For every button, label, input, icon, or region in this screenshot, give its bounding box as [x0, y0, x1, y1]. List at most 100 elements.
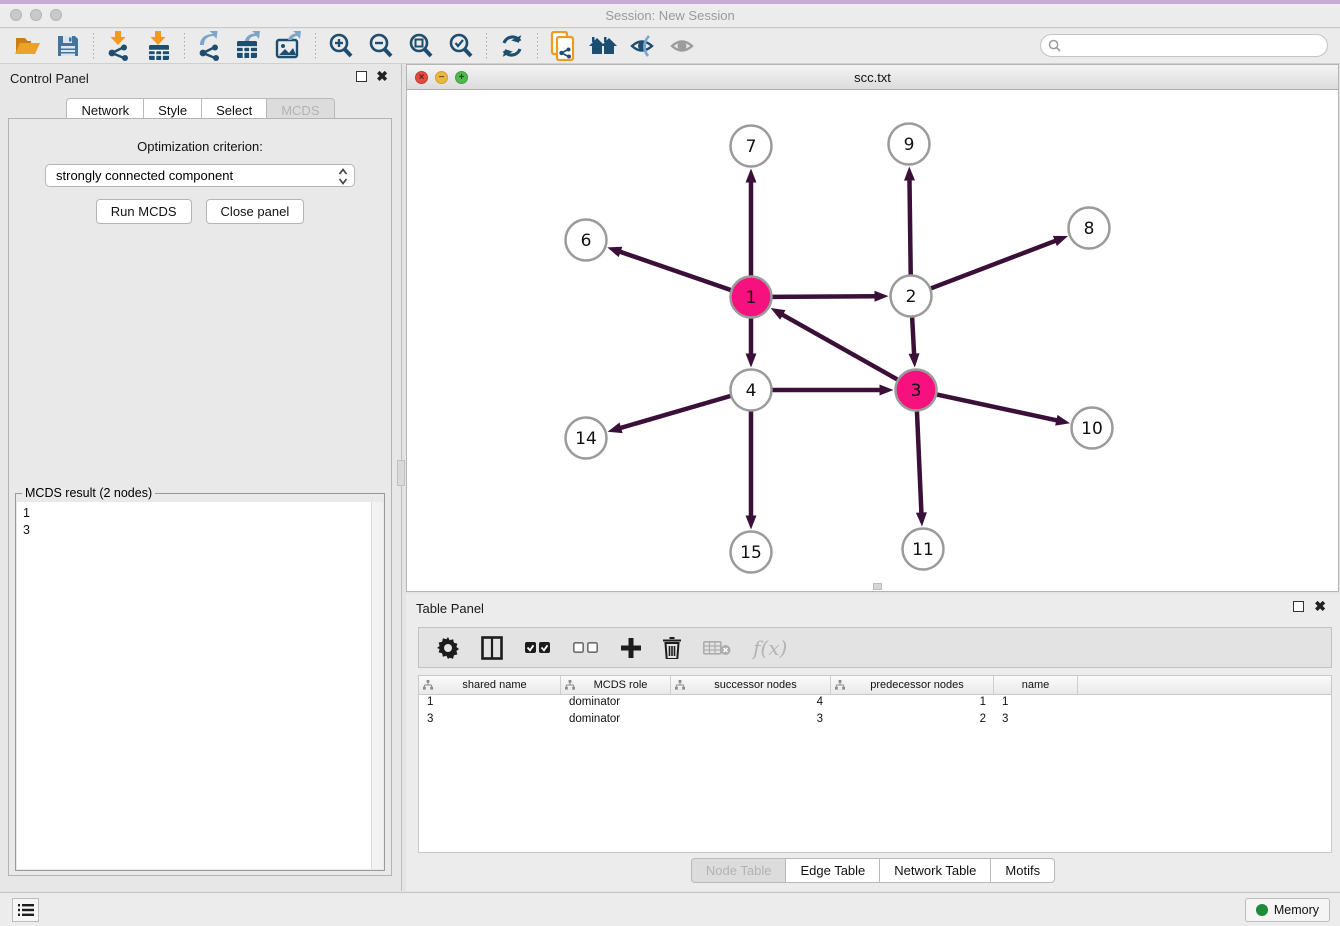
column-header-predecessor-nodes[interactable]: predecessor nodes: [831, 676, 994, 694]
edge-1-2[interactable]: [772, 296, 876, 297]
delete-table-icon: [703, 640, 731, 656]
window-edge-accent: [0, 0, 1340, 4]
zoom-selected-icon[interactable]: [441, 30, 481, 62]
column-layout-icon[interactable]: [481, 636, 503, 660]
table-body: 1dominator4113dominator323: [419, 695, 1331, 728]
cell-MCDS-role[interactable]: dominator: [561, 712, 671, 729]
mcds-panel: Optimization criterion: strongly connect…: [8, 118, 392, 876]
window-title: Session: New Session: [0, 8, 1340, 23]
graph-node-label: 10: [1081, 419, 1103, 439]
horizontal-splitter-handle[interactable]: [873, 583, 882, 590]
table-panel: Table Panel ✖: [406, 594, 1340, 891]
deselect-all-columns-icon[interactable]: [573, 641, 599, 655]
cell-shared-name[interactable]: 3: [419, 712, 561, 729]
graph-node-label: 7: [746, 137, 757, 157]
graph-node-label: 11: [912, 540, 934, 560]
cell-predecessor-nodes[interactable]: 1: [831, 695, 994, 712]
cell-name[interactable]: 1: [994, 695, 1078, 712]
edge-2-8[interactable]: [931, 240, 1057, 288]
edge-3-10[interactable]: [937, 395, 1058, 421]
float-table-panel-icon[interactable]: [1293, 601, 1304, 612]
result-scrollbar[interactable]: [371, 502, 383, 869]
home-icon[interactable]: [583, 30, 623, 62]
status-bar: Memory: [0, 892, 1340, 926]
search-field[interactable]: [1040, 34, 1328, 57]
network-window-titlebar[interactable]: × − + scc.txt: [407, 65, 1338, 90]
graph-node-label: 14: [575, 429, 597, 449]
cell-MCDS-role[interactable]: dominator: [561, 695, 671, 712]
export-table-icon[interactable]: [230, 30, 270, 62]
memory-button[interactable]: Memory: [1245, 898, 1330, 922]
table-row[interactable]: 1dominator411: [419, 695, 1331, 712]
column-header-shared-name[interactable]: shared name: [419, 676, 561, 694]
edge-arrowhead: [608, 423, 623, 434]
edge-arrowhead: [1053, 236, 1068, 246]
toolbar-separator: [93, 33, 94, 59]
save-session-icon[interactable]: [48, 30, 88, 62]
cell-predecessor-nodes[interactable]: 2: [831, 712, 994, 729]
list-icon: [18, 903, 34, 917]
node-table[interactable]: shared nameMCDS rolesuccessor nodesprede…: [418, 675, 1332, 853]
close-table-panel-icon[interactable]: ✖: [1314, 598, 1326, 614]
table-row[interactable]: 3dominator323: [419, 712, 1331, 729]
edge-2-9[interactable]: [909, 178, 910, 274]
table-tab-motifs[interactable]: Motifs: [991, 858, 1055, 883]
zoom-in-icon[interactable]: [321, 30, 361, 62]
column-type-icon: [675, 680, 685, 690]
float-panel-icon[interactable]: [356, 71, 367, 82]
optimization-criterion-select[interactable]: strongly connected component: [45, 164, 355, 187]
column-header-successor-nodes[interactable]: successor nodes: [671, 676, 831, 694]
table-tab-network-table[interactable]: Network Table: [880, 858, 991, 883]
table-panel-title: Table Panel: [416, 601, 484, 616]
table-settings-icon[interactable]: [437, 637, 459, 659]
table-tab-node-table[interactable]: Node Table: [691, 858, 787, 883]
cell-successor-nodes[interactable]: 3: [671, 712, 831, 729]
export-image-icon[interactable]: [270, 30, 310, 62]
import-network-icon[interactable]: [99, 30, 139, 62]
search-input[interactable]: [1066, 39, 1327, 53]
show-graphics-details-icon[interactable]: [663, 30, 703, 62]
mcds-result-lines: 1 3: [17, 502, 383, 539]
edge-arrowhead: [1055, 415, 1070, 426]
column-type-icon: [423, 680, 433, 690]
graph-node-label: 4: [746, 381, 757, 401]
delete-column-icon[interactable]: [663, 637, 681, 659]
edge-1-6[interactable]: [619, 251, 731, 290]
close-panel-button[interactable]: Close panel: [206, 199, 305, 224]
cell-successor-nodes[interactable]: 4: [671, 695, 831, 712]
edge-4-14[interactable]: [619, 396, 730, 428]
zoom-fit-icon[interactable]: [401, 30, 441, 62]
zoom-out-icon[interactable]: [361, 30, 401, 62]
hide-graphics-details-icon[interactable]: [623, 30, 663, 62]
open-session-icon[interactable]: [8, 30, 48, 62]
import-table-icon[interactable]: [139, 30, 179, 62]
graph-node-label: 1: [746, 288, 757, 308]
select-all-columns-icon[interactable]: [525, 641, 551, 655]
task-history-button[interactable]: [12, 898, 39, 922]
close-panel-icon[interactable]: ✖: [376, 68, 388, 84]
column-type-icon: [835, 680, 845, 690]
edge-arrowhead: [746, 354, 757, 368]
titlebar: Session: New Session: [0, 0, 1340, 28]
graph-node-label: 15: [740, 543, 762, 563]
dropdown-value: strongly connected component: [56, 168, 233, 183]
edge-3-11[interactable]: [917, 411, 922, 514]
edge-3-1[interactable]: [781, 314, 897, 380]
vertical-splitter-handle[interactable]: [397, 460, 405, 486]
cell-shared-name[interactable]: 1: [419, 695, 561, 712]
column-header-name[interactable]: name: [994, 676, 1078, 694]
clone-network-icon[interactable]: [543, 30, 583, 62]
create-column-icon[interactable]: [621, 638, 641, 658]
edge-arrowhead: [904, 166, 915, 180]
toolbar-separator: [184, 33, 185, 59]
column-header-MCDS-role[interactable]: MCDS role: [561, 676, 671, 694]
cell-name[interactable]: 3: [994, 712, 1078, 729]
edge-2-3[interactable]: [912, 317, 914, 355]
run-mcds-button[interactable]: Run MCDS: [96, 199, 192, 224]
network-window-title: scc.txt: [407, 70, 1338, 85]
table-toolbar: f(x): [418, 627, 1332, 668]
network-canvas[interactable]: 7968124314101511: [407, 90, 1338, 591]
table-tab-edge-table[interactable]: Edge Table: [786, 858, 880, 883]
export-network-icon[interactable]: [190, 30, 230, 62]
refresh-layout-icon[interactable]: [492, 30, 532, 62]
